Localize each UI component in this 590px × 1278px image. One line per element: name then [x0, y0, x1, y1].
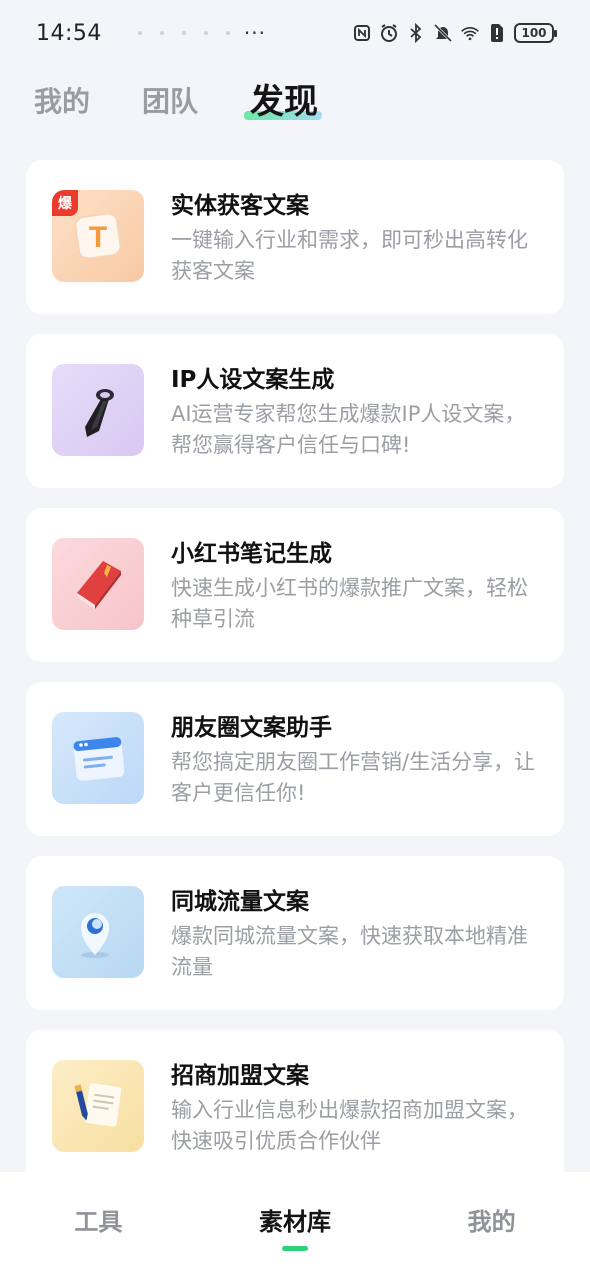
card-ip-persona[interactable]: IP人设文案生成 AI运营专家帮您生成爆款IP人设文案，帮您赢得客户信任与口碑!	[26, 334, 564, 488]
necktie-icon	[52, 364, 144, 456]
bluetooth-icon	[406, 23, 426, 43]
alarm-icon	[379, 23, 399, 43]
card-xiaohongshu-notes[interactable]: 小红书笔记生成 快速生成小红书的爆款推广文案，轻松种草引流	[26, 508, 564, 662]
card-description: 爆款同城流量文案，快速获取本地精准流量	[171, 924, 528, 979]
mute-bell-icon	[433, 23, 453, 43]
card-title: IP人设文案生成	[171, 367, 335, 393]
status-time: 14:54	[36, 20, 102, 46]
status-bar: 14:54 ··· 100	[0, 0, 590, 66]
card-title: 朋友圈文案助手	[171, 715, 332, 741]
t-cube-icon: T 爆	[52, 190, 144, 282]
card-title: 小红书笔记生成	[171, 541, 332, 567]
wifi-icon	[460, 23, 480, 43]
nav-tools[interactable]: 工具	[28, 1202, 168, 1237]
card-description: 一键输入行业和需求，即可秒出高转化获客文案	[171, 228, 528, 283]
pen-document-icon	[52, 1060, 144, 1152]
svg-text:T: T	[89, 221, 107, 254]
card-description: 快速生成小红书的爆款推广文案，轻松种草引流	[171, 576, 528, 631]
status-more-icon: ···	[243, 21, 266, 45]
red-book-icon	[52, 538, 144, 630]
card-title: 同城流量文案	[171, 889, 309, 915]
card-local-traffic[interactable]: 同城流量文案 爆款同城流量文案，快速获取本地精准流量	[26, 856, 564, 1010]
status-icons: 100	[352, 23, 557, 43]
sim-alert-icon	[487, 23, 507, 43]
card-entity-acquisition[interactable]: T 爆 实体获客文案 一键输入行业和需求，即可秒出高转化获客文案	[26, 160, 564, 314]
nav-mine[interactable]: 我的	[422, 1202, 562, 1237]
browser-window-icon	[52, 712, 144, 804]
top-tabs: 我的 团队 发现	[34, 74, 370, 124]
card-title: 招商加盟文案	[171, 1063, 309, 1089]
notification-dots	[137, 31, 230, 35]
bottom-nav: 工具 素材库 我的	[0, 1172, 590, 1278]
card-description: AI运营专家帮您生成爆款IP人设文案，帮您赢得客户信任与口碑!	[171, 402, 526, 457]
card-moments-assistant[interactable]: 朋友圈文案助手 帮您搞定朋友圈工作营销/生活分享，让客户更信任你!	[26, 682, 564, 836]
location-pin-icon	[52, 886, 144, 978]
tab-discover[interactable]: 发现	[244, 80, 323, 124]
battery-icon: 100	[514, 23, 557, 43]
card-description: 输入行业信息秒出爆款招商加盟文案，快速吸引优质合作伙伴	[171, 1098, 528, 1153]
card-title: 实体获客文案	[171, 193, 309, 219]
hot-badge: 爆	[52, 190, 78, 216]
tool-card-list: T 爆 实体获客文案 一键输入行业和需求，即可秒出高转化获客文案 IP人设文案生…	[26, 160, 564, 1204]
nfc-icon	[352, 23, 372, 43]
tab-team[interactable]: 团队	[142, 80, 198, 124]
nav-material-library[interactable]: 素材库	[225, 1202, 365, 1251]
card-description: 帮您搞定朋友圈工作营销/生活分享，让客户更信任你!	[171, 750, 536, 805]
card-franchise-investment[interactable]: 招商加盟文案 输入行业信息秒出爆款招商加盟文案，快速吸引优质合作伙伴	[26, 1030, 564, 1184]
tab-mine[interactable]: 我的	[34, 80, 90, 124]
